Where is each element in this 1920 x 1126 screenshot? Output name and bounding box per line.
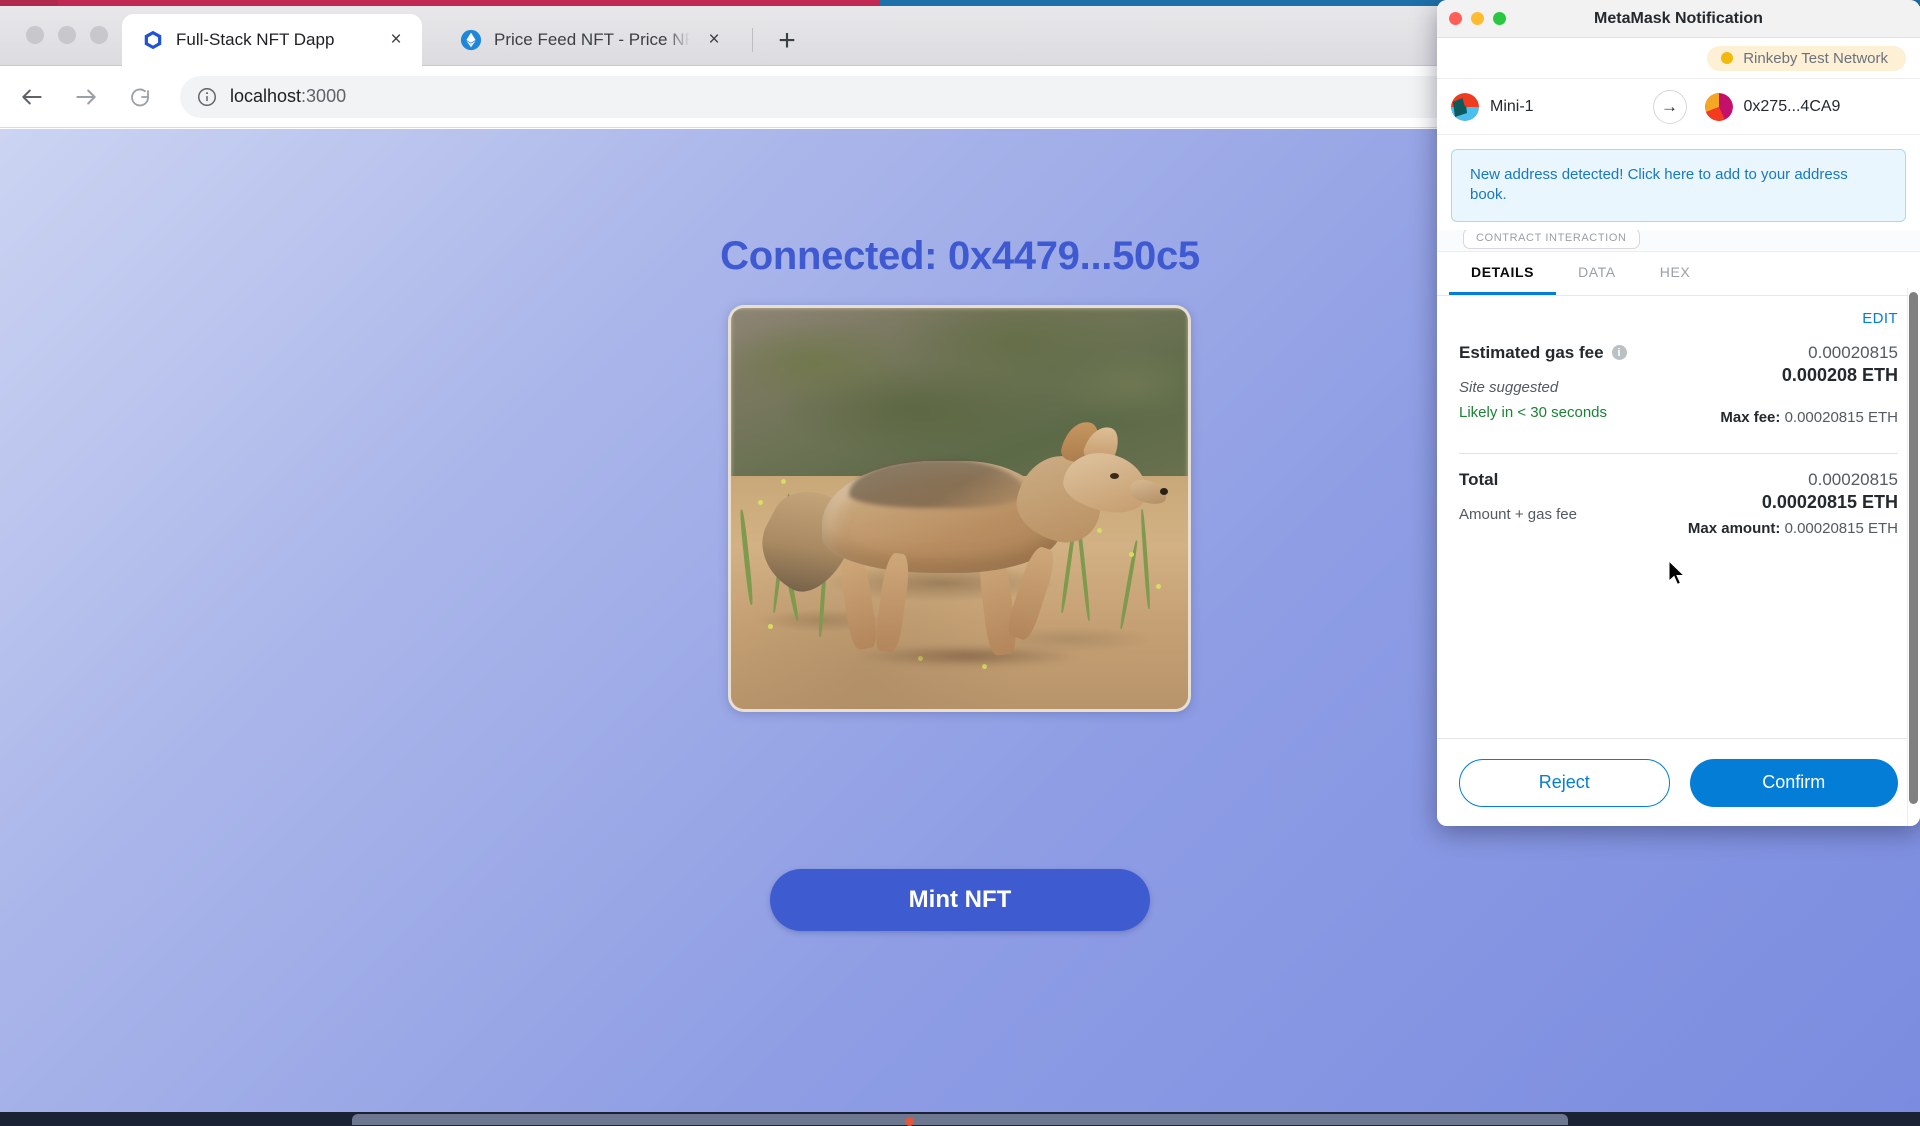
gas-fee-fiat-amount: 0.00020815 bbox=[1808, 342, 1898, 362]
tab-details[interactable]: DETAILS bbox=[1449, 252, 1557, 295]
total-fiat-amount: 0.00020815 bbox=[1808, 469, 1898, 489]
browser-tab-title: Price Feed NFT - Price NFT V2 bbox=[494, 30, 690, 49]
max-fee-row: Max fee: 0.00020815 ETH bbox=[1720, 409, 1898, 426]
gas-speed-estimate: Likely in < 30 seconds bbox=[1459, 403, 1608, 421]
close-tab-icon[interactable]: × bbox=[702, 28, 726, 52]
recipient-account[interactable]: 0x275...4CA9 bbox=[1687, 92, 1907, 121]
arrow-left-icon[interactable] bbox=[10, 75, 54, 119]
total-labels: Total Amount + gas fee bbox=[1459, 470, 1577, 523]
info-icon[interactable]: i bbox=[1611, 345, 1627, 360]
url-host: localhost bbox=[230, 86, 302, 106]
metamask-title-bar: MetaMask Notification bbox=[1437, 0, 1920, 38]
total-row: Total Amount + gas fee 0.00020815 0.0002… bbox=[1459, 470, 1898, 537]
minimize-window-dot[interactable] bbox=[58, 26, 76, 44]
site-suggested-label: Site suggested bbox=[1459, 378, 1559, 396]
metamask-window-title: MetaMask Notification bbox=[1594, 9, 1763, 27]
tab-divider bbox=[752, 28, 753, 52]
nft-coyote bbox=[746, 416, 1170, 668]
total-values: 0.00020815 0.00020815 ETH Max amount: 0.… bbox=[1688, 470, 1898, 537]
network-badge[interactable]: Rinkeby Test Network bbox=[1707, 45, 1906, 71]
browser-window-controls[interactable] bbox=[26, 26, 108, 44]
mint-nft-button[interactable]: Mint NFT bbox=[770, 869, 1150, 931]
gas-fee-eth-amount: 0.000208 ETH bbox=[1781, 364, 1898, 385]
address-bar-url: localhost:3000 bbox=[230, 86, 346, 107]
arrow-right-icon: → bbox=[1652, 89, 1687, 124]
sender-account-name: Mini-1 bbox=[1490, 97, 1534, 115]
browser-tab-price-feed-nft[interactable]: Price Feed NFT - Price NFT V2 × bbox=[440, 14, 740, 66]
total-label: Total bbox=[1459, 469, 1499, 489]
gas-fee-labels: Estimated gas fee i Site suggested Likel… bbox=[1459, 343, 1627, 421]
metamask-detail-tabs: DETAILS DATA HEX bbox=[1437, 251, 1920, 296]
sender-account[interactable]: Mini-1 bbox=[1451, 92, 1653, 121]
sender-avatar bbox=[1451, 92, 1479, 121]
new-address-banner[interactable]: New address detected! Click here to add … bbox=[1451, 149, 1906, 222]
zoom-window-dot[interactable] bbox=[90, 26, 108, 44]
new-tab-icon[interactable]: + bbox=[770, 24, 804, 58]
transaction-origin-strip: CONTRACT INTERACTION bbox=[1437, 229, 1920, 252]
total-eth-amount: 0.00020815 ETH bbox=[1761, 491, 1898, 512]
address-banner-container: New address detected! Click here to add … bbox=[1437, 135, 1920, 230]
ethereum-icon bbox=[460, 29, 482, 51]
total-sub-label: Amount + gas fee bbox=[1459, 505, 1577, 523]
tab-hex[interactable]: HEX bbox=[1638, 252, 1713, 295]
nft-flower bbox=[758, 499, 764, 505]
edit-gas-link[interactable]: EDIT bbox=[1459, 310, 1898, 327]
recipient-avatar bbox=[1704, 92, 1733, 121]
section-divider bbox=[1459, 452, 1898, 454]
network-name: Rinkeby Test Network bbox=[1743, 49, 1888, 67]
contract-interaction-chip: CONTRACT INTERACTION bbox=[1463, 229, 1640, 249]
mouse-cursor bbox=[1668, 559, 1687, 587]
close-tab-icon[interactable]: × bbox=[384, 28, 408, 52]
transaction-details-panel: EDIT Estimated gas fee i Site suggested … bbox=[1437, 295, 1920, 738]
confirm-button[interactable]: Confirm bbox=[1689, 758, 1898, 807]
recipient-address: 0x275...4CA9 bbox=[1743, 97, 1841, 115]
nft-hexagon-icon bbox=[142, 29, 164, 51]
tab-data[interactable]: DATA bbox=[1556, 252, 1638, 295]
estimated-gas-fee-label: Estimated gas fee i bbox=[1459, 343, 1627, 363]
metamask-notification-window: MetaMask Notification Rinkeby Test Netwo… bbox=[1437, 0, 1920, 826]
browser-tab-full-stack-nft-dapp[interactable]: Full-Stack NFT Dapp × bbox=[122, 14, 422, 66]
max-fee-value: 0.00020815 ETH bbox=[1784, 408, 1898, 426]
network-status-dot bbox=[1721, 52, 1734, 64]
reject-button[interactable]: Reject bbox=[1459, 758, 1670, 807]
max-amount-label: Max amount: bbox=[1687, 519, 1781, 537]
metamask-action-footer: Reject Confirm bbox=[1437, 738, 1920, 826]
reload-icon[interactable] bbox=[118, 75, 162, 119]
browser-tab-title: Full-Stack NFT Dapp bbox=[176, 30, 335, 49]
gas-fee-title-text: Estimated gas fee bbox=[1459, 342, 1604, 362]
max-fee-label: Max fee: bbox=[1720, 408, 1781, 426]
nft-coyote-leg bbox=[837, 553, 880, 652]
close-window-dot[interactable] bbox=[26, 26, 44, 44]
nft-preview-image bbox=[728, 305, 1191, 712]
estimated-gas-fee-row: Estimated gas fee i Site suggested Likel… bbox=[1459, 343, 1898, 426]
metamask-network-row: Rinkeby Test Network bbox=[1437, 38, 1920, 79]
metamask-accounts-row: Mini-1 → 0x275...4CA9 bbox=[1437, 79, 1920, 135]
gas-fee-values: 0.00020815 0.000208 ETH Max fee: 0.00020… bbox=[1720, 343, 1898, 426]
nft-flower bbox=[1156, 583, 1161, 589]
url-port: :3000 bbox=[301, 86, 347, 106]
arrow-right-icon[interactable] bbox=[64, 75, 108, 119]
taskbar[interactable] bbox=[352, 1114, 1568, 1125]
max-amount-row: Max amount: 0.00020815 ETH bbox=[1688, 520, 1898, 537]
info-circle-icon[interactable] bbox=[196, 86, 218, 108]
max-amount-value: 0.00020815 ETH bbox=[1784, 519, 1898, 537]
scrollbar-thumb[interactable] bbox=[1909, 292, 1918, 804]
